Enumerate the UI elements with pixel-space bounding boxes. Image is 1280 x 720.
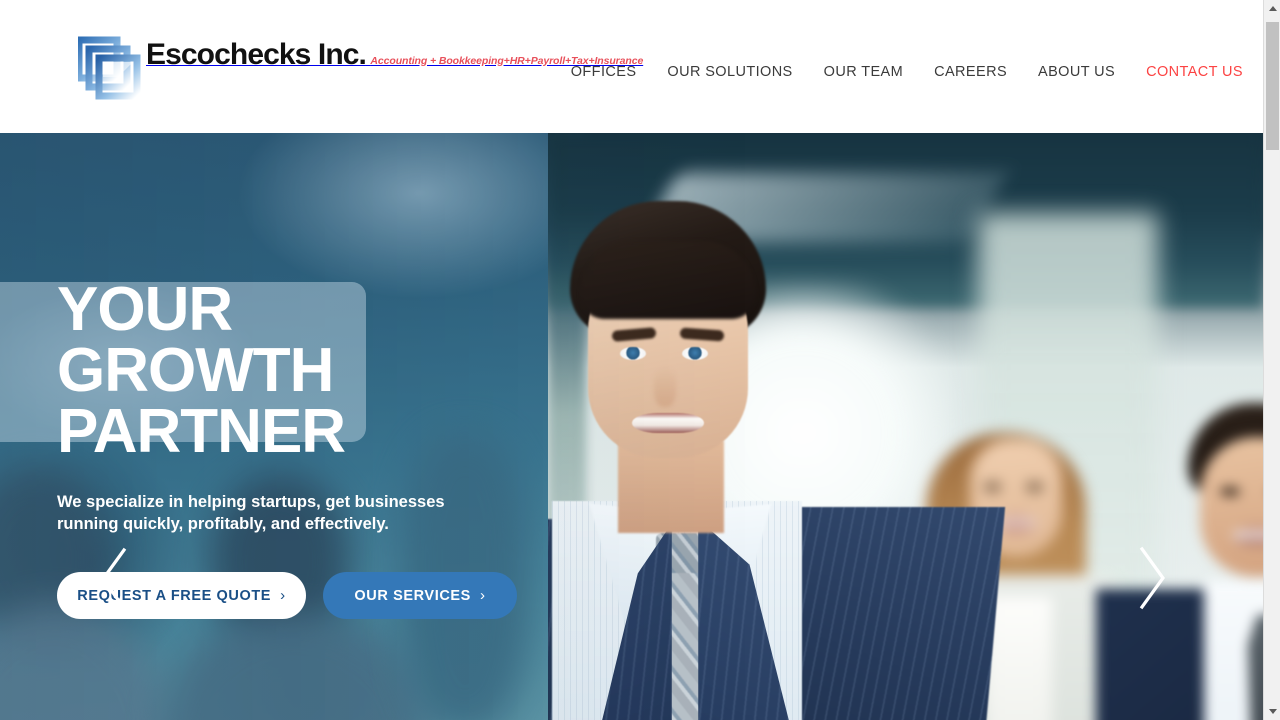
- chevron-right-icon: ›: [280, 587, 286, 604]
- hero-headline-line-1: YOUR: [57, 275, 233, 344]
- chevron-right-icon: [1139, 546, 1165, 610]
- hero-content: YOUR GROWTH PARTNER We specialize in hel…: [57, 133, 697, 619]
- scroll-up-arrow-icon[interactable]: [1264, 0, 1280, 17]
- nav-item-contact-us[interactable]: CONTACT US: [1146, 60, 1243, 84]
- carousel-next-button[interactable]: [1135, 545, 1169, 611]
- browser-viewport: Escochecks Inc. Accounting + Bookkeeping…: [0, 0, 1280, 720]
- site-header: Escochecks Inc. Accounting + Bookkeeping…: [0, 0, 1263, 133]
- overlapping-squares-icon: [78, 36, 142, 108]
- scrollbar-thumb[interactable]: [1266, 22, 1279, 150]
- site-logo[interactable]: Escochecks Inc. Accounting + Bookkeeping…: [78, 36, 643, 108]
- scroll-down-arrow-icon[interactable]: [1264, 703, 1280, 720]
- hero-cta-group: REQUEST A FREE QUOTE › OUR SERVICES ›: [57, 572, 697, 619]
- nav-item-offices[interactable]: OFFICES: [571, 60, 637, 84]
- chevron-left-icon: [101, 547, 127, 611]
- hero-headline-line-3: PARTNER: [57, 397, 346, 466]
- carousel-prev-button[interactable]: [97, 546, 131, 612]
- nav-item-our-team[interactable]: OUR TEAM: [824, 60, 903, 84]
- hero-subtitle: We specialize in helping startups, get b…: [57, 492, 447, 535]
- hero-headline: YOUR GROWTH PARTNER: [57, 279, 697, 463]
- brand-name: Escochecks Inc.: [146, 38, 367, 71]
- chevron-right-icon: ›: [479, 587, 486, 604]
- nav-item-our-solutions[interactable]: OUR SOLUTIONS: [667, 60, 792, 84]
- our-services-button[interactable]: OUR SERVICES ›: [323, 572, 517, 619]
- our-services-label: OUR SERVICES: [354, 587, 471, 604]
- hero-subtitle-line-2: running quickly, profitably, and effecti…: [57, 514, 389, 533]
- vertical-scrollbar[interactable]: [1263, 0, 1280, 720]
- request-free-quote-button[interactable]: REQUEST A FREE QUOTE ›: [57, 572, 306, 619]
- nav-item-careers[interactable]: CAREERS: [934, 60, 1007, 84]
- main-navigation: OFFICES OUR SOLUTIONS OUR TEAM CAREERS A…: [571, 60, 1243, 84]
- hero-subtitle-line-1: We specialize in helping startups, get b…: [57, 493, 445, 511]
- nav-item-about-us[interactable]: ABOUT US: [1038, 60, 1115, 84]
- hero-section: YOUR GROWTH PARTNER We specialize in hel…: [0, 133, 1263, 720]
- hero-headline-line-2: GROWTH: [57, 336, 334, 405]
